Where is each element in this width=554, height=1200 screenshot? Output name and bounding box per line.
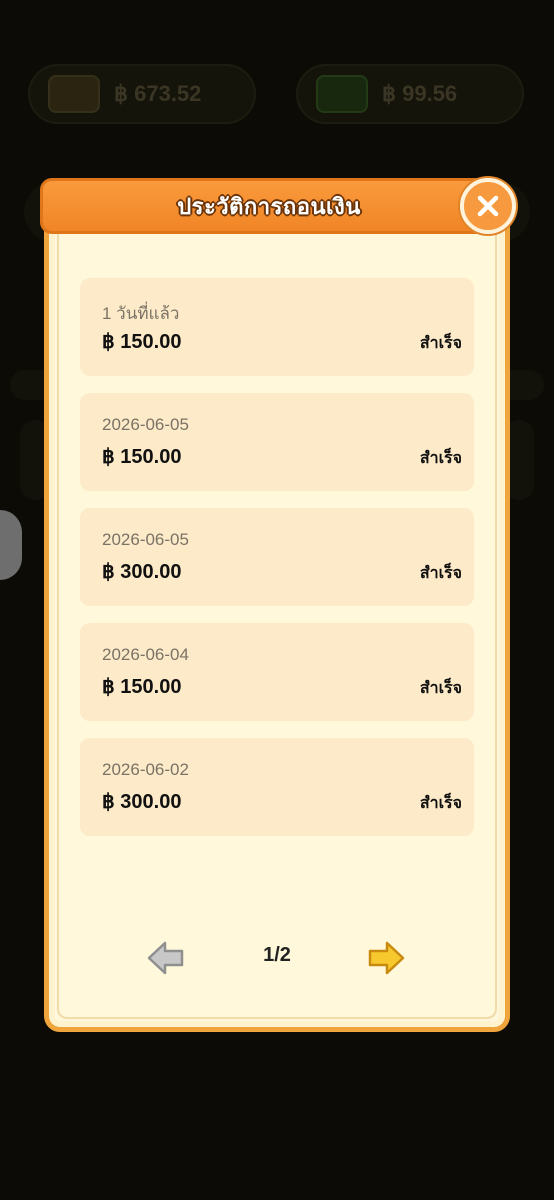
list-item: 2026-06-05 ฿ 300.00 สำเร็จ xyxy=(80,508,474,606)
wallet-balance: ฿ 673.52 xyxy=(114,81,202,106)
balance-pill-wallet: ฿ 673.52 xyxy=(28,64,256,124)
list-item: 2026-06-05 ฿ 150.00 สำเร็จ xyxy=(80,393,474,491)
side-menu-handle[interactable] xyxy=(0,510,22,580)
record-date: 2026-06-04 xyxy=(102,645,189,664)
cash-icon xyxy=(316,75,368,113)
record-amount: ฿ 300.00 xyxy=(102,791,182,813)
record-date: 2026-06-05 xyxy=(102,415,189,434)
record-status: สำเร็จ xyxy=(419,795,462,812)
list-item: 1 วันที่แล้ว ฿ 150.00 สำเร็จ xyxy=(80,278,474,376)
record-amount: ฿ 150.00 xyxy=(102,676,182,698)
record-status: สำเร็จ xyxy=(419,335,462,352)
record-date: 2026-06-02 xyxy=(102,760,189,779)
wallet-icon xyxy=(48,75,100,113)
record-date: 2026-06-05 xyxy=(102,530,189,549)
pagination: 1/2 xyxy=(44,936,510,980)
record-amount: ฿ 300.00 xyxy=(102,561,182,583)
dialog-title: ประวัติการถอนเงิน xyxy=(177,193,361,219)
record-amount: ฿ 150.00 xyxy=(102,331,182,353)
close-icon xyxy=(477,195,499,217)
dialog-header: ประวัติการถอนเงิน xyxy=(40,178,498,234)
close-button[interactable] xyxy=(460,178,516,234)
page-indicator: 1/2 xyxy=(263,944,291,966)
record-amount: ฿ 150.00 xyxy=(102,446,182,468)
list-item: 2026-06-04 ฿ 150.00 สำเร็จ xyxy=(80,623,474,721)
list-item: 2026-06-02 ฿ 300.00 สำเร็จ xyxy=(80,738,474,836)
arrow-right-icon[interactable] xyxy=(366,938,406,978)
withdraw-list: 1 วันที่แล้ว ฿ 150.00 สำเร็จ 2026-06-05 … xyxy=(80,278,474,853)
record-status: สำเร็จ xyxy=(419,450,462,467)
record-status: สำเร็จ xyxy=(419,565,462,582)
cash-balance: ฿ 99.56 xyxy=(382,81,458,106)
balance-pill-cash: ฿ 99.56 xyxy=(296,64,524,124)
record-status: สำเร็จ xyxy=(419,680,462,697)
record-date: 1 วันที่แล้ว xyxy=(102,304,180,323)
